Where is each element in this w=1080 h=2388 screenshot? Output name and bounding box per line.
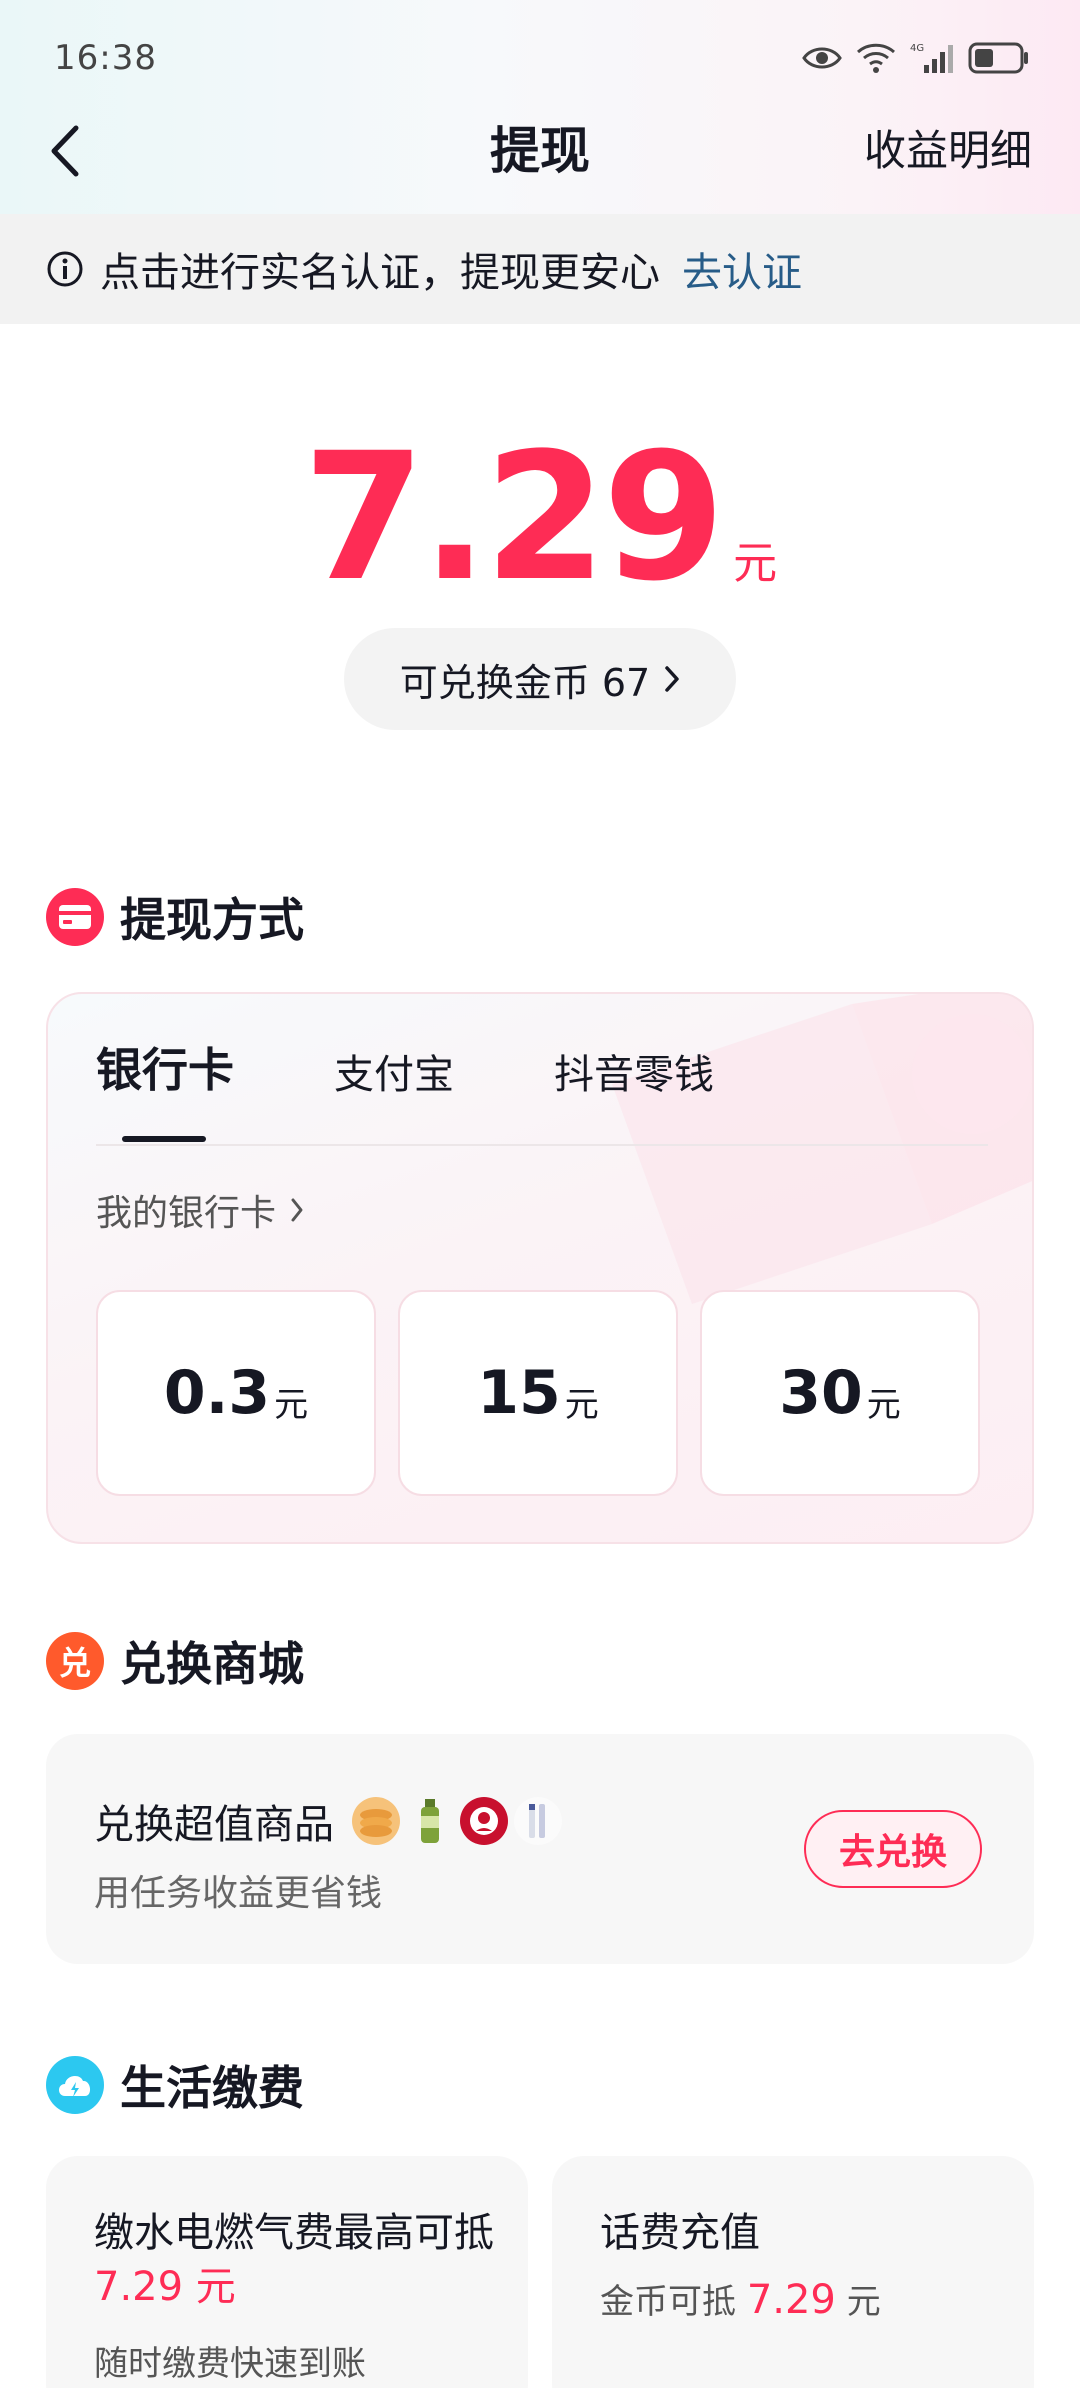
life-payment-title: 生活缴费 (120, 2061, 304, 2115)
verify-link[interactable]: 去认证 (682, 240, 802, 298)
balance-display: 7.29 元 (0, 430, 1080, 606)
signal-icon: 4G (910, 43, 953, 73)
wifi-icon (856, 43, 896, 73)
mall-item-title: 兑换超值商品 (94, 1802, 334, 1848)
utility-bill-subtitle: 随时缴费快速到账 (94, 2344, 366, 2384)
back-button[interactable] (50, 118, 100, 184)
card-icon (46, 888, 104, 946)
utility-bill-amount: 7.29 元 (94, 2264, 236, 2310)
notice-text: 点击进行实名认证，提现更安心 (100, 250, 660, 296)
amount-value: 30 (779, 1358, 863, 1428)
tab-bank-card[interactable]: 银行卡 (96, 1034, 234, 1100)
network-type-label: 4G (910, 43, 924, 54)
tab-alipay[interactable]: 支付宝 (334, 1042, 454, 1100)
withdraw-page: 16:38 4G 提现 收益明细 点击进行实名认证，提现更安心 去认证 7.29… (0, 0, 1080, 2388)
verify-notice-bar[interactable]: 点击进行实名认证，提现更安心 去认证 (0, 214, 1080, 324)
withdraw-tabs: 银行卡 支付宝 抖音零钱 (96, 1034, 814, 1100)
my-bank-card-link[interactable]: 我的银行卡 (96, 1184, 304, 1236)
phone-recharge-amount: 7.29 (746, 2277, 836, 2323)
bottle-icon (406, 1797, 454, 1845)
amount-value: 15 (477, 1358, 561, 1428)
lightning-cloud-icon (46, 2056, 104, 2114)
coins-label: 可兑换金币 67 (399, 660, 651, 705)
mall-item-subtitle: 用任务收益更省钱 (94, 1873, 383, 1914)
amount-value: 0.3 (163, 1358, 271, 1428)
active-tab-indicator (122, 1136, 206, 1142)
pen-icon (514, 1797, 562, 1845)
coins-exchange-button[interactable]: 可兑换金币 67 (344, 628, 736, 730)
tab-douyin-wallet[interactable]: 抖音零钱 (554, 1042, 714, 1100)
exchange-icon: 兑 (46, 1632, 104, 1690)
amount-option[interactable]: 0.3 元 (96, 1290, 376, 1496)
mall-title-row: 兑换超值商品 (94, 1792, 562, 1850)
balance-unit: 元 (733, 538, 778, 589)
amount-options: 0.3 元 15 元 30 元 (96, 1290, 980, 1496)
withdraw-method-title: 提现方式 (120, 893, 304, 947)
life-payment-header: 生活缴费 (46, 2052, 304, 2118)
chevron-right-icon (665, 666, 679, 692)
header-area: 16:38 4G 提现 收益明细 (0, 0, 1080, 214)
phone-recharge-title: 话费充值 (600, 2210, 760, 2256)
phone-recharge-prefix: 金币可抵 (600, 2282, 736, 2322)
exchange-mall-header: 兑 兑换商城 (46, 1628, 304, 1694)
phone-recharge-unit: 元 (846, 2282, 881, 2322)
eye-icon (802, 47, 842, 69)
my-bank-card-label: 我的银行卡 (96, 1193, 277, 1234)
amount-unit: 元 (274, 1384, 309, 1425)
earnings-detail-link[interactable]: 收益明细 (864, 118, 1032, 184)
amount-option[interactable]: 30 元 (700, 1290, 980, 1496)
exchange-mall-card[interactable]: 兑换超值商品 用任务收益更省钱 去兑换 (46, 1734, 1034, 1964)
kfc-logo-icon (460, 1797, 508, 1845)
go-exchange-button[interactable]: 去兑换 (804, 1810, 982, 1888)
balance-amount: 7.29 (302, 415, 725, 620)
utility-bill-card[interactable]: 缴水电燃气费最高可抵 7.29 元 随时缴费快速到账 (46, 2156, 528, 2388)
amount-option[interactable]: 15 元 (398, 1290, 678, 1496)
goods-icons (352, 1797, 562, 1845)
amount-unit: 元 (564, 1384, 599, 1425)
status-bar: 16:38 4G (0, 0, 1080, 118)
chevron-left-icon (51, 125, 79, 177)
withdraw-method-header: 提现方式 (46, 884, 304, 950)
info-icon (47, 251, 83, 287)
phone-recharge-card[interactable]: 话费充值 金币可抵 7.29 元 (552, 2156, 1034, 2388)
tabs-divider (96, 1144, 988, 1146)
utility-bill-title-text: 缴水电燃气费最高可抵 (94, 2210, 494, 2256)
withdraw-method-card: 银行卡 支付宝 抖音零钱 我的银行卡 0.3 元 15 元 30 元 (46, 992, 1034, 1544)
status-icons: 4G (802, 36, 1030, 80)
battery-icon (968, 42, 1028, 74)
phone-recharge-subtitle: 金币可抵 7.29 元 (600, 2274, 881, 2323)
utility-bill-title: 缴水电燃气费最高可抵 7.29 元 (94, 2206, 494, 2314)
amount-unit: 元 (866, 1384, 901, 1425)
chevron-right-icon (291, 1198, 303, 1222)
status-time: 16:38 (54, 38, 157, 78)
cookie-icon (352, 1797, 400, 1845)
exchange-mall-title: 兑换商城 (120, 1637, 304, 1691)
